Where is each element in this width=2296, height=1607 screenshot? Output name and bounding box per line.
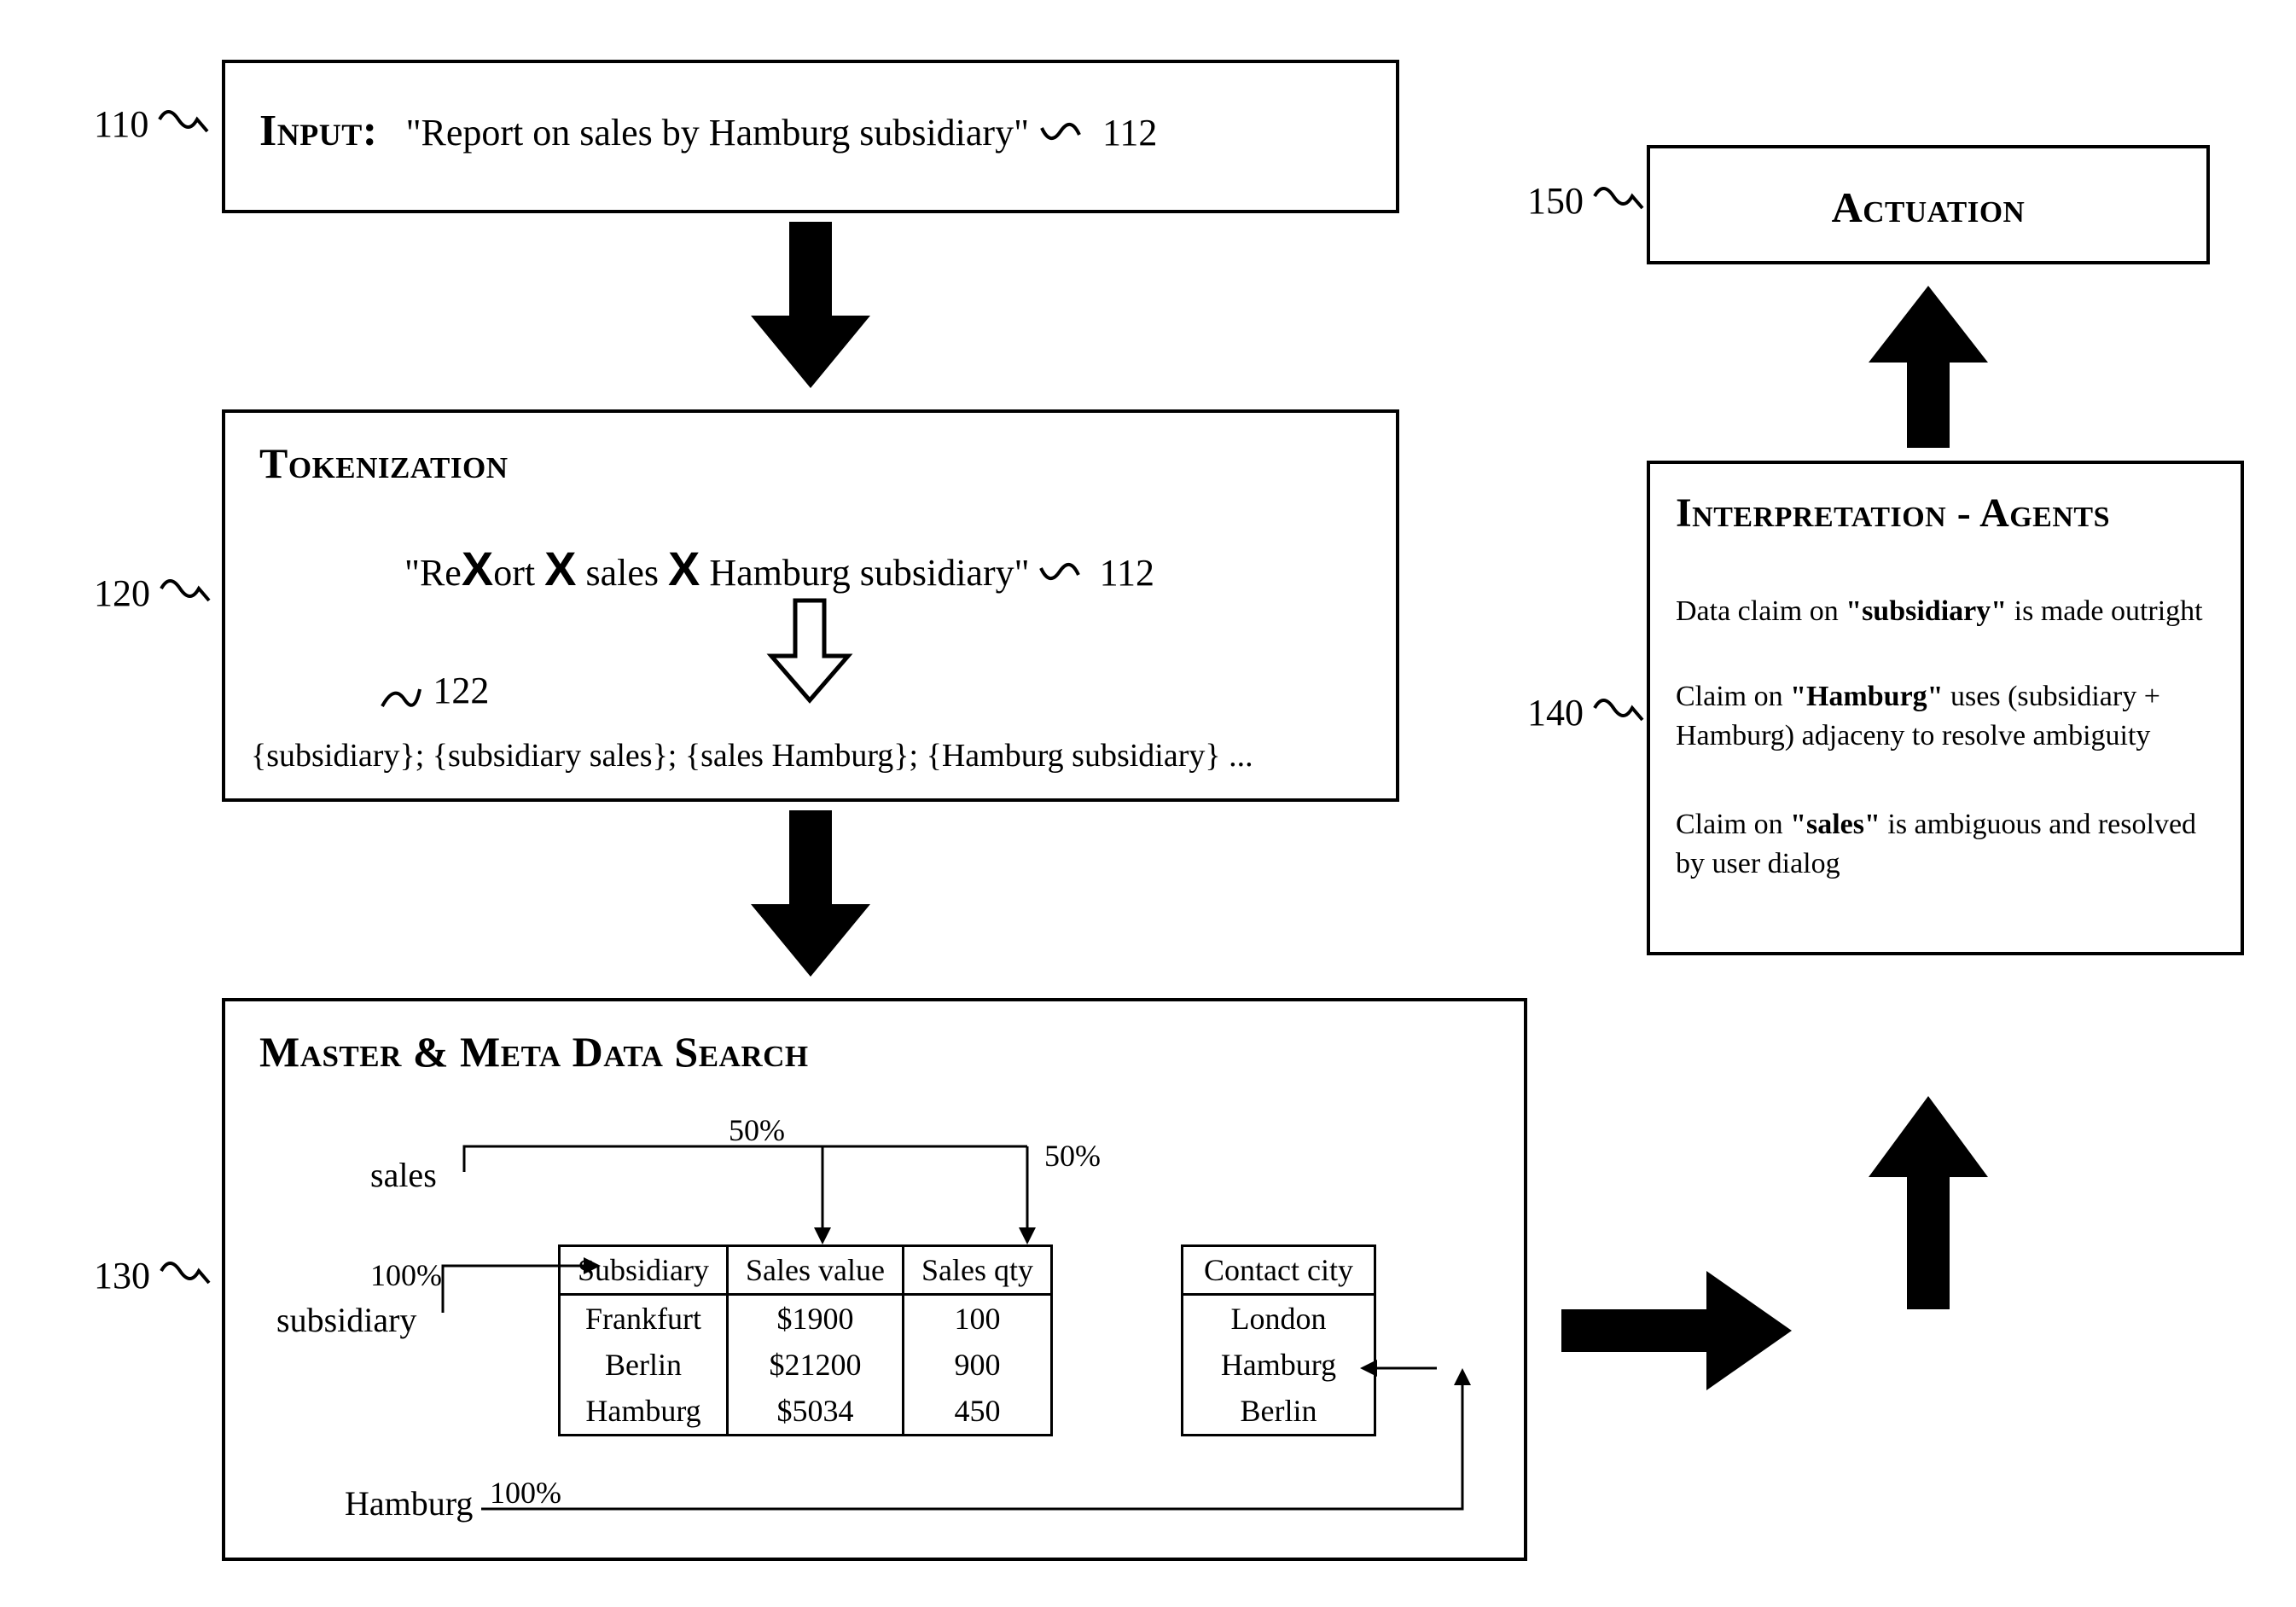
interp-heading: Interpretation - Agents — [1676, 490, 2110, 537]
squiggle-icon — [1593, 696, 1644, 725]
th-contact: Contact city — [1183, 1246, 1375, 1295]
cell: Berlin — [561, 1342, 726, 1388]
cell: London — [1183, 1296, 1374, 1342]
th-sales-value: Sales value — [728, 1246, 904, 1295]
tok-mid1: ort — [493, 552, 535, 594]
t: Claim on — [1676, 809, 1790, 840]
actuation-heading: Actuation — [1650, 183, 2206, 232]
squiggle-icon — [160, 1259, 211, 1288]
ref-112a: 112 — [1102, 112, 1157, 154]
t: "subsidiary" — [1846, 595, 2007, 627]
t: "Hamburg" — [1790, 681, 1943, 712]
tok-mid3: Hamburg subsidiary" — [709, 552, 1029, 594]
table-row: Subsidiary Sales value Sales qty — [560, 1246, 1052, 1295]
arrow-down-icon — [742, 222, 879, 392]
interp-line3: Claim on "sales" is ambiguous and resolv… — [1676, 805, 2215, 884]
interpretation-box: Interpretation - Agents Data claim on "s… — [1647, 461, 2244, 955]
x-icon: X — [544, 542, 576, 595]
x-icon: X — [668, 542, 700, 595]
t: "sales" — [1790, 809, 1880, 840]
arrow-down-outline-icon — [763, 596, 857, 711]
contact-table-wrap: Contact city London Hamburg Berlin — [1181, 1244, 1376, 1436]
interp-line1: Data claim on "subsidiary" is made outri… — [1676, 592, 2215, 631]
squiggle-icon — [1039, 561, 1090, 590]
x-icon: X — [462, 542, 493, 595]
input-line: Input: "Report on sales by Hamburg subsi… — [259, 106, 1157, 156]
squiggle-icon — [379, 670, 433, 716]
squiggle-icon — [160, 577, 211, 606]
cell: Berlin — [1183, 1388, 1374, 1434]
ref-122-num: 122 — [433, 670, 489, 711]
data-table: Subsidiary Sales value Sales qty Frankfu… — [558, 1244, 1053, 1436]
ref-130-num: 130 — [94, 1255, 150, 1297]
ref-130: 130 — [94, 1254, 211, 1297]
squiggle-icon — [158, 107, 209, 136]
ref-122: 122 — [379, 669, 489, 716]
ref-112b: 112 — [1100, 552, 1154, 594]
arrow-right-icon — [1561, 1262, 1800, 1399]
arrow-down-icon — [742, 810, 879, 981]
t: Data claim on — [1676, 595, 1846, 627]
tok-pre: "Re — [404, 552, 462, 594]
input-heading: Input: — [259, 107, 378, 155]
cell: Hamburg — [1183, 1342, 1374, 1388]
data-table-wrap: Subsidiary Sales value Sales qty Frankfu… — [558, 1244, 1053, 1436]
ref-150-num: 150 — [1527, 180, 1584, 222]
ref-110-num: 110 — [94, 103, 148, 145]
tokenization-tokens: {subsidiary}; {subsidiary sales}; {sales… — [251, 737, 1253, 774]
cell: 100 — [904, 1296, 1050, 1342]
input-box: Input: "Report on sales by Hamburg subsi… — [222, 60, 1399, 213]
ref-140: 140 — [1527, 691, 1644, 734]
tok-mid2: sales — [585, 552, 659, 594]
table-row: Frankfurt Berlin Hamburg $1900 $21200 $5… — [560, 1295, 1052, 1436]
th-sales-qty: Sales qty — [903, 1246, 1051, 1295]
th-subsidiary: Subsidiary — [560, 1246, 728, 1295]
contact-table: Contact city London Hamburg Berlin — [1181, 1244, 1376, 1436]
ref-120-num: 120 — [94, 572, 150, 614]
tokenization-box: Tokenization "ReXort X sales X Hamburg s… — [222, 409, 1399, 802]
ref-150: 150 — [1527, 179, 1644, 223]
cell: 450 — [904, 1388, 1050, 1434]
ref-110: 110 — [94, 102, 209, 146]
cell: $21200 — [729, 1342, 902, 1388]
search-box: Master & Meta Data Search sales subsidia… — [222, 998, 1527, 1561]
ref-120: 120 — [94, 571, 211, 615]
table-row: Contact city — [1183, 1246, 1375, 1295]
arrow-up-icon — [1860, 281, 1997, 452]
arrow-up-icon — [1860, 1092, 1997, 1314]
interp-line2: Claim on "Hamburg" uses (subsidiary + Ha… — [1676, 677, 2215, 756]
cell: $5034 — [729, 1388, 902, 1434]
t: is made outright — [2007, 595, 2202, 627]
cell: $1900 — [729, 1296, 902, 1342]
input-text: "Report on sales by Hamburg subsidiary" — [406, 112, 1029, 154]
t: Claim on — [1676, 681, 1790, 712]
squiggle-icon — [1593, 184, 1644, 213]
ref-140-num: 140 — [1527, 692, 1584, 734]
squiggle-icon — [1040, 121, 1091, 150]
actuation-box: Actuation — [1647, 145, 2210, 264]
cell: 900 — [904, 1342, 1050, 1388]
cell: Hamburg — [561, 1388, 726, 1434]
cell: Frankfurt — [561, 1296, 726, 1342]
tokenization-sentence: "ReXort X sales X Hamburg subsidiary" 11… — [404, 541, 1154, 596]
table-row: London Hamburg Berlin — [1183, 1295, 1375, 1436]
tokenization-heading: Tokenization — [259, 438, 509, 488]
diagram-canvas: 110 Input: "Report on sales by Hamburg s… — [0, 0, 2296, 1607]
